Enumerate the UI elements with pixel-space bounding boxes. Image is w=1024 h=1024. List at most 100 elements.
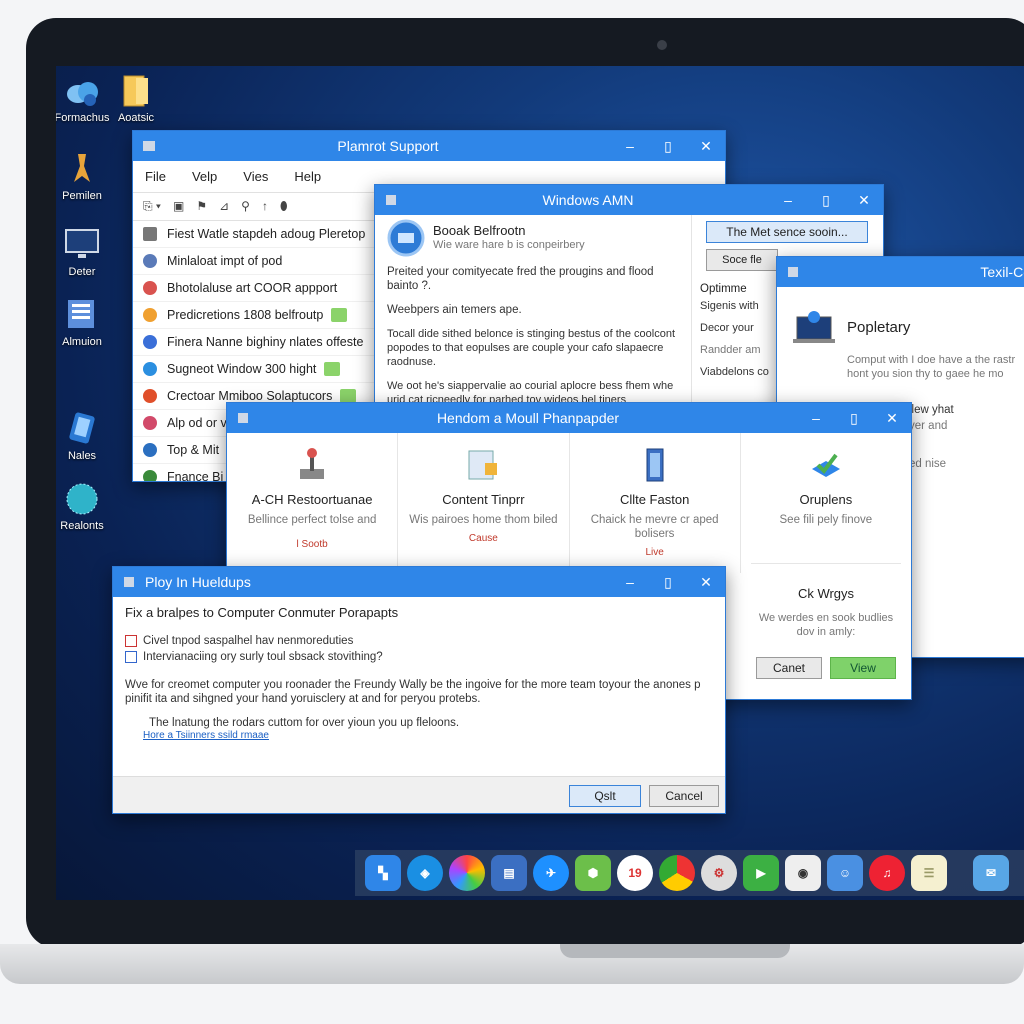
minimize-icon[interactable]: – bbox=[611, 138, 649, 154]
help-link[interactable]: Hore a Tsiinners ssild rmaae bbox=[125, 730, 713, 741]
close-icon[interactable]: ✕ bbox=[687, 138, 725, 155]
list-item-label: Predicretions 1808 belfroutp bbox=[167, 308, 324, 322]
maximize-icon[interactable]: ▯ bbox=[835, 410, 873, 427]
close-icon[interactable]: ✕ bbox=[687, 574, 725, 591]
list-item-label: Crectoar Mmiboo Solaptucors bbox=[167, 389, 333, 403]
image-icon[interactable]: ▣ bbox=[173, 199, 184, 214]
messages-icon[interactable]: ✉ bbox=[973, 855, 1009, 891]
webcam bbox=[657, 40, 667, 50]
tablet-icon bbox=[69, 412, 95, 444]
start-icon[interactable]: ▚ bbox=[365, 855, 401, 891]
card-title: Content Tinprr bbox=[442, 492, 525, 507]
tool-icon bbox=[74, 154, 90, 182]
maximize-icon[interactable]: ▯ bbox=[649, 574, 687, 591]
search-icon[interactable]: ⚲ bbox=[241, 199, 250, 214]
menu-velp[interactable]: Velp bbox=[192, 169, 217, 184]
checkbox-row-1[interactable]: Civel tnpod saspalhel hav nenmoreduties bbox=[125, 634, 713, 648]
maximize-icon[interactable]: ▯ bbox=[649, 138, 687, 155]
card-title: Cllte Faston bbox=[619, 492, 690, 507]
desktop-icon-label: Pemilen bbox=[62, 190, 102, 202]
card-link[interactable]: l Sootb bbox=[227, 539, 397, 550]
card-description: See fili pely finove bbox=[779, 514, 873, 526]
list-item-label: Bhotolaluse art COOR appport bbox=[167, 281, 338, 295]
chart-icon[interactable]: ⊿ bbox=[219, 199, 229, 214]
checkbox-label: Civel tnpod saspalhel hav nenmoreduties bbox=[143, 635, 354, 647]
ok-button[interactable]: Qslt bbox=[569, 785, 641, 807]
copy-dropdown-icon[interactable]: ⎘ ▾ bbox=[143, 199, 161, 214]
desktop-icon-almuion[interactable]: Almuion bbox=[56, 298, 114, 348]
desktop-icon-realonts[interactable]: Realonts bbox=[56, 482, 114, 532]
checkbox[interactable] bbox=[125, 651, 137, 663]
maps-icon[interactable]: ⬢ bbox=[575, 855, 611, 891]
desktop-icon-nales[interactable]: Nales bbox=[56, 412, 114, 462]
desktop-icon-aoatsic[interactable]: Aoatsic bbox=[104, 74, 168, 124]
titlebar[interactable]: Texil-Co bbox=[777, 257, 1024, 287]
minimize-icon[interactable]: – bbox=[769, 192, 807, 208]
maximize-icon[interactable]: ▯ bbox=[807, 192, 845, 209]
pin-icon[interactable]: ⬮ bbox=[280, 199, 288, 214]
folder-lock-icon bbox=[468, 450, 498, 480]
menu-help[interactable]: Help bbox=[294, 169, 321, 184]
amn-heading: Booak Belfrootn bbox=[433, 223, 526, 238]
card-link[interactable]: Cause bbox=[398, 533, 568, 544]
feature-card[interactable]: Oruplens See fili pely finove bbox=[741, 433, 911, 573]
item-icon bbox=[143, 254, 157, 268]
desktop-icon-deter[interactable]: Deter bbox=[56, 228, 114, 278]
notes-icon[interactable]: ☰ bbox=[911, 855, 947, 891]
facetime-icon[interactable]: ▶ bbox=[743, 855, 779, 891]
music-icon[interactable]: ♫ bbox=[869, 855, 905, 891]
view-button[interactable]: View bbox=[830, 657, 896, 679]
feature-cards: A-CH Restoortuanae Bellince perfect tols… bbox=[227, 433, 911, 573]
joystick-icon bbox=[300, 448, 325, 479]
amn-paragraph-3: Tocall dide sithed belonce is stinging b… bbox=[387, 328, 676, 368]
titlebar[interactable]: Ploy In Hueldups – ▯ ✕ bbox=[113, 567, 725, 597]
checkbox[interactable] bbox=[125, 635, 137, 647]
feature-card[interactable]: A-CH Restoortuanae Bellince perfect tols… bbox=[227, 433, 399, 573]
laptop-support-icon bbox=[793, 311, 835, 343]
texil-line-1: llew yhat bbox=[909, 404, 954, 416]
window-ploy-in-hueldups[interactable]: Ploy In Hueldups – ▯ ✕ Fix a bralpes to … bbox=[112, 566, 726, 814]
feature-card[interactable]: Cllte Faston Chaick he mevre cr aped bol… bbox=[570, 433, 741, 573]
status-badge bbox=[331, 308, 348, 322]
preview-icon[interactable]: ▤ bbox=[491, 855, 527, 891]
titlebar[interactable]: Hendom a Moull Phanpapder – ▯ ✕ bbox=[227, 403, 911, 433]
feature-card[interactable]: Content Tinprr Wis pairoes home thom bil… bbox=[398, 433, 570, 573]
item-icon bbox=[143, 416, 157, 430]
server-icon bbox=[646, 448, 664, 482]
close-icon[interactable]: ✕ bbox=[873, 410, 911, 427]
chrome-icon[interactable] bbox=[659, 855, 695, 891]
camera-icon[interactable]: ◉ bbox=[785, 855, 821, 891]
window-title: Ploy In Hueldups bbox=[145, 574, 251, 590]
cancel-button[interactable]: Cancel bbox=[649, 785, 719, 807]
minimize-icon[interactable]: – bbox=[797, 410, 835, 426]
finder-icon[interactable]: ☺ bbox=[827, 855, 863, 891]
menu-file[interactable]: File bbox=[145, 169, 166, 184]
globe-icon[interactable]: ✈ bbox=[533, 855, 569, 891]
app-icon bbox=[238, 413, 248, 423]
app-icon bbox=[143, 141, 155, 151]
window-title: Texil-Co bbox=[980, 264, 1024, 280]
close-icon[interactable]: ✕ bbox=[845, 192, 883, 209]
menu-vies[interactable]: Vies bbox=[243, 169, 268, 184]
side-action-button[interactable]: The Met sence sooin... bbox=[706, 221, 868, 243]
card-link[interactable]: Live bbox=[570, 547, 740, 558]
checkbox-row-2[interactable]: Intervianaciing ory surly toul sbsack st… bbox=[125, 650, 713, 664]
side-secondary-button[interactable]: Soce fle bbox=[706, 249, 778, 271]
minimize-icon[interactable]: – bbox=[611, 574, 649, 590]
cancel-button[interactable]: Canet bbox=[756, 657, 822, 679]
titlebar[interactable]: Windows AMN – ▯ ✕ bbox=[375, 185, 883, 215]
amn-paragraph-2: Weebpers ain temers ape. bbox=[387, 304, 522, 316]
up-arrow-icon[interactable]: ↑ bbox=[262, 199, 268, 214]
desktop-icon-pemilen[interactable]: Pemilen bbox=[56, 152, 114, 202]
titlebar[interactable]: Plamrot Support – ▯ ✕ bbox=[133, 131, 725, 161]
desktop-icon-label: Formachus bbox=[56, 112, 110, 124]
flag-icon[interactable]: ⚑ bbox=[196, 199, 207, 214]
photos-icon[interactable] bbox=[449, 855, 485, 891]
calendar-icon[interactable]: 19 bbox=[617, 855, 653, 891]
item-icon bbox=[143, 362, 157, 376]
app-icon bbox=[788, 267, 798, 277]
window-title: Plamrot Support bbox=[337, 138, 439, 154]
window-title: Hendom a Moull Phanpapder bbox=[436, 410, 620, 426]
cleaner-icon[interactable]: ⚙ bbox=[701, 855, 737, 891]
safari-icon[interactable]: ◈ bbox=[407, 855, 443, 891]
